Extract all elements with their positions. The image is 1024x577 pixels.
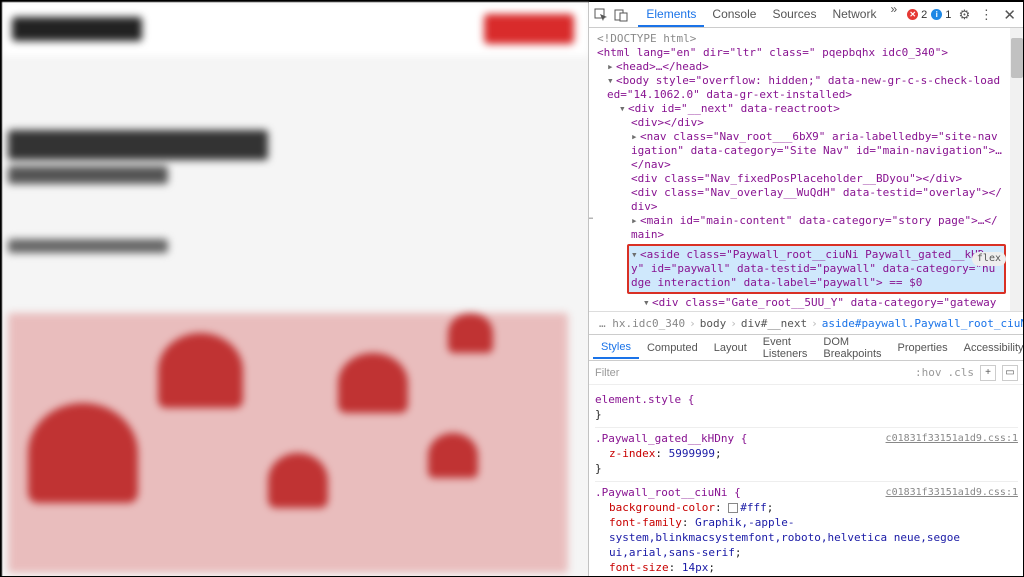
tab-network[interactable]: Network xyxy=(824,2,884,27)
source-link[interactable]: c01831f33151a1d9.css:1 xyxy=(886,485,1018,500)
subtab-eventlisteners[interactable]: Event Listeners xyxy=(755,332,816,364)
close-icon[interactable]: ✕ xyxy=(999,6,1020,24)
devtools-panel: Elements Console Sources Network » ✕2 i1… xyxy=(589,2,1024,577)
node-doctype[interactable]: <!DOCTYPE html> xyxy=(597,32,696,45)
styles-pane[interactable]: element.style { } c01831f33151a1d9.css:1… xyxy=(589,385,1024,577)
source-link[interactable]: c01831f33151a1d9.css:1 xyxy=(886,431,1018,446)
styles-subtabs: Styles Computed Layout Event Listeners D… xyxy=(589,335,1024,361)
subtab-styles[interactable]: Styles xyxy=(593,337,639,359)
kebab-icon[interactable]: ⋮ xyxy=(977,6,995,24)
subtab-dombreakpoints[interactable]: DOM Breakpoints xyxy=(815,332,889,364)
tabs-overflow[interactable]: » xyxy=(884,2,903,27)
rule-paywall-gated[interactable]: c01831f33151a1d9.css:1 .Paywall_gated__k… xyxy=(595,428,1018,482)
error-badge[interactable]: ✕2 xyxy=(907,9,927,21)
rule-paywall-root[interactable]: c01831f33151a1d9.css:1 .Paywall_root__ci… xyxy=(595,482,1018,577)
node-nav[interactable]: <nav class="Nav_root___6bX9" aria-labell… xyxy=(631,130,1002,171)
hov-toggle[interactable]: :hov xyxy=(915,366,942,379)
filter-input[interactable]: Filter xyxy=(595,367,915,379)
scrollbar[interactable] xyxy=(1010,28,1024,311)
node-nav-fixed[interactable]: <div class="Nav_fixedPosPlaceholder__BDy… xyxy=(631,172,962,185)
subtab-computed[interactable]: Computed xyxy=(639,338,706,358)
node-gate-root[interactable]: <div class="Gate_root__5UU_Y" data-categ… xyxy=(643,296,1003,311)
dom-tree[interactable]: … <!DOCTYPE html> <html lang="en" dir="l… xyxy=(589,28,1024,311)
tab-sources[interactable]: Sources xyxy=(764,2,824,27)
tab-console[interactable]: Console xyxy=(704,2,764,27)
node-empty-div[interactable]: <div></div> xyxy=(631,116,704,129)
inspect-icon[interactable] xyxy=(593,6,609,24)
node-head[interactable]: <head>…</head> xyxy=(616,60,709,73)
webpage-blurred xyxy=(2,2,589,577)
devtools-toolbar: Elements Console Sources Network » ✕2 i1… xyxy=(589,2,1024,28)
computed-toggle-icon[interactable]: ▭ xyxy=(1002,365,1018,381)
info-badge[interactable]: i1 xyxy=(931,9,951,21)
tree-ellipsis: … xyxy=(589,210,593,224)
rule-element-style[interactable]: element.style { } xyxy=(595,389,1018,428)
node-html[interactable]: <html lang="en" dir="ltr" class=" pqepbq… xyxy=(597,46,948,59)
cls-toggle[interactable]: .cls xyxy=(948,366,975,379)
subscribe-button-blur xyxy=(484,14,574,44)
device-toggle-icon[interactable] xyxy=(613,6,629,24)
subtab-properties[interactable]: Properties xyxy=(889,338,955,358)
subtab-accessibility[interactable]: Accessibility xyxy=(956,338,1024,358)
site-logo-blur xyxy=(12,17,142,41)
selected-node[interactable]: ▾<aside class="Paywall_root__ciuNi Paywa… xyxy=(627,244,1006,294)
flex-badge[interactable]: flex xyxy=(972,252,1006,266)
subtab-layout[interactable]: Layout xyxy=(706,338,755,358)
node-body[interactable]: <body style="overflow: hidden;" data-new… xyxy=(607,74,1000,101)
tab-elements[interactable]: Elements xyxy=(638,2,704,27)
node-nav-overlay[interactable]: <div class="Nav_overlay__WuQdH" data-tes… xyxy=(631,186,1002,213)
node-next[interactable]: <div id="__next" data-reactroot> xyxy=(628,102,840,115)
new-style-rule-button[interactable]: + xyxy=(980,365,996,381)
color-swatch-icon[interactable] xyxy=(728,503,738,513)
styles-filter-row: Filter :hov .cls + ▭ xyxy=(589,361,1024,385)
node-main[interactable]: <main id="main-content" data-category="s… xyxy=(631,214,998,241)
gear-icon[interactable]: ⚙ xyxy=(955,6,973,24)
